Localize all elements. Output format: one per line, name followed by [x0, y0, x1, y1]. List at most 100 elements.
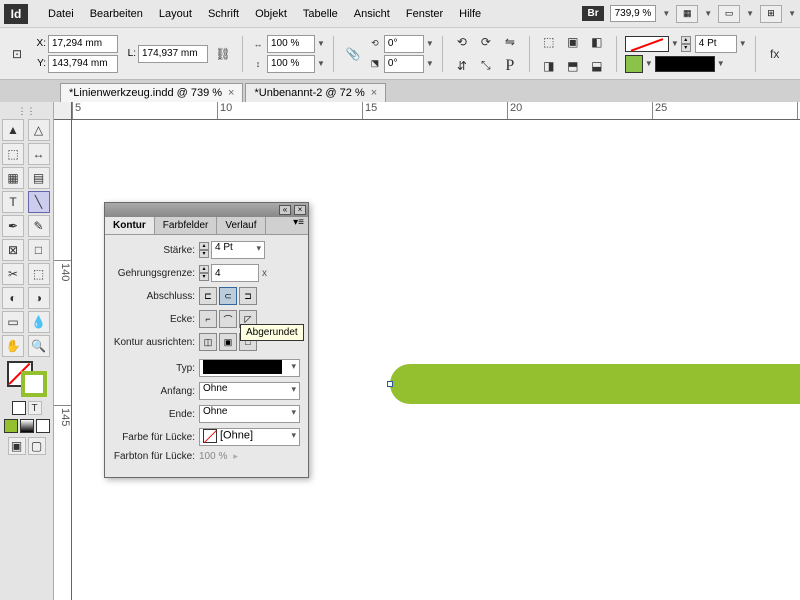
ende-select[interactable]: Ohne — [199, 405, 300, 423]
content-placer-tool[interactable]: ▤ — [28, 167, 50, 189]
select-content-icon[interactable]: ▣ — [562, 31, 584, 53]
doc-tab-2-close-icon[interactable]: × — [371, 87, 377, 99]
format-text-icon[interactable]: T — [28, 401, 42, 415]
pencil-tool[interactable]: ✎ — [28, 215, 50, 237]
tab-verlauf[interactable]: Verlauf — [217, 217, 265, 234]
menu-objekt[interactable]: Objekt — [247, 4, 295, 24]
rotate-input[interactable] — [384, 35, 424, 53]
staerke-down[interactable]: ▾ — [199, 250, 209, 258]
menu-fenster[interactable]: Fenster — [398, 4, 451, 24]
scale-y-input[interactable] — [267, 55, 315, 73]
eyedropper-tool[interactable]: 💧 — [28, 311, 50, 333]
doc-tab-1-close-icon[interactable]: × — [228, 87, 234, 99]
none-swatch[interactable] — [36, 419, 50, 433]
scale-x-input[interactable] — [267, 35, 315, 53]
flip-both-icon[interactable]: ⤡ — [475, 55, 497, 77]
staerke-up[interactable]: ▴ — [199, 242, 209, 250]
shear-input[interactable] — [384, 55, 424, 73]
fill-dd[interactable]: ▼ — [671, 39, 679, 48]
rotate-cw-icon[interactable]: ⟳ — [475, 31, 497, 53]
panel-collapse-icon[interactable]: « — [279, 205, 291, 215]
normal-view-icon[interactable]: ▣ — [8, 437, 26, 455]
clip-icon[interactable]: 📎 — [342, 43, 364, 65]
menu-schrift[interactable]: Schrift — [200, 4, 247, 24]
view-options-dd[interactable]: ▼ — [704, 9, 712, 18]
align-inside-icon[interactable]: ▣ — [219, 333, 237, 351]
gap-tool[interactable]: ↔ — [28, 143, 50, 165]
bridge-badge[interactable]: Br — [582, 6, 603, 21]
ruler-vertical[interactable]: 140 145 — [54, 120, 72, 600]
gradient-swatch[interactable] — [20, 419, 34, 433]
staerke-select[interactable]: 4 Pt — [211, 241, 265, 259]
farbton-slider-icon[interactable]: ▸ — [233, 451, 238, 462]
content-collector-tool[interactable]: ▦ — [2, 167, 24, 189]
anfang-select[interactable]: Ohne — [199, 382, 300, 400]
panel-close-icon[interactable]: × — [294, 205, 306, 215]
zoom-dropdown-icon[interactable]: ▼ — [662, 9, 670, 18]
x-input[interactable] — [48, 35, 118, 53]
arrange-dd[interactable]: ▼ — [788, 9, 796, 18]
type-tool[interactable]: T — [2, 191, 24, 213]
typ-select[interactable] — [199, 359, 300, 377]
doc-tab-1[interactable]: *Linienwerkzeug.indd @ 739 % × — [60, 83, 243, 102]
weight-down[interactable]: ▾ — [681, 44, 691, 52]
join-round-icon[interactable]: ⌒ — [219, 310, 237, 328]
menu-datei[interactable]: Datei — [40, 4, 82, 24]
gehrung-up[interactable]: ▴ — [199, 265, 209, 273]
constrain-icon[interactable]: ⛓ — [212, 43, 234, 65]
view-options-icon[interactable]: ▦ — [676, 5, 698, 23]
tab-kontur[interactable]: Kontur — [105, 217, 155, 234]
gehrung-down[interactable]: ▾ — [199, 273, 209, 281]
shear-dd[interactable]: ▼ — [426, 59, 434, 68]
pen-tool[interactable]: ✒ — [2, 215, 24, 237]
character-icon[interactable]: P — [499, 55, 521, 77]
gradient-swatch-tool[interactable]: ◐ — [2, 287, 24, 309]
scale-x-dd[interactable]: ▼ — [317, 39, 325, 48]
y-input[interactable] — [48, 55, 118, 73]
selection-tool[interactable]: ▲ — [2, 119, 24, 141]
scissors-tool[interactable]: ✂ — [2, 263, 24, 285]
cap-projecting-icon[interactable]: ⊐ — [239, 287, 257, 305]
fill-swatch[interactable] — [625, 36, 669, 52]
panel-titlebar[interactable]: « × — [105, 203, 308, 217]
panel-menu-icon[interactable]: ▾≡ — [289, 217, 308, 234]
arrange-icon[interactable]: ⊞ — [760, 5, 782, 23]
select-next-icon[interactable]: ◨ — [538, 55, 560, 77]
fill-stroke-proxy[interactable] — [7, 361, 47, 397]
tab-farbfelder[interactable]: Farbfelder — [155, 217, 218, 234]
menu-layout[interactable]: Layout — [151, 4, 200, 24]
palette-grip-icon[interactable]: ⋮⋮ — [2, 106, 51, 117]
note-tool[interactable]: ▭ — [2, 311, 24, 333]
apply-color-icon[interactable] — [12, 401, 26, 415]
reference-point-icon[interactable]: ⊡ — [6, 43, 28, 65]
menu-bearbeiten[interactable]: Bearbeiten — [82, 4, 151, 24]
effects-icon[interactable]: fx — [764, 43, 786, 65]
rectangle-frame-tool[interactable]: ⊠ — [2, 239, 24, 261]
gehrung-input[interactable] — [211, 264, 259, 282]
select-last-icon[interactable]: ⬓ — [586, 55, 608, 77]
select-first-icon[interactable]: ⬒ — [562, 55, 584, 77]
screen-mode-icon[interactable]: ▭ — [718, 5, 740, 23]
cap-butt-icon[interactable]: ⊏ — [199, 287, 217, 305]
ruler-horizontal[interactable]: 5 10 15 20 25 30 — [72, 102, 800, 120]
stroke-weight-input[interactable] — [695, 35, 737, 53]
zoom-tool[interactable]: 🔍 — [28, 335, 50, 357]
flip-v-icon[interactable]: ⇵ — [451, 55, 473, 77]
page-tool[interactable]: ⬚ — [2, 143, 24, 165]
hand-tool[interactable]: ✋ — [2, 335, 24, 357]
rotate-ccw-icon[interactable]: ⟲ — [451, 31, 473, 53]
doc-tab-2[interactable]: *Unbenannt-2 @ 72 % × — [245, 83, 386, 102]
rotate-dd[interactable]: ▼ — [426, 39, 434, 48]
length-input[interactable] — [138, 45, 208, 63]
stroke-color-swatch[interactable] — [625, 55, 643, 73]
ruler-origin[interactable] — [54, 102, 72, 120]
zoom-level[interactable]: 739,9 % — [610, 5, 657, 22]
cap-round-icon[interactable]: ⊂ — [219, 287, 237, 305]
free-transform-tool[interactable]: ⬚ — [28, 263, 50, 285]
stroke-proxy[interactable] — [21, 371, 47, 397]
join-miter-icon[interactable]: ⌐ — [199, 310, 217, 328]
select-prev-icon[interactable]: ◧ — [586, 31, 608, 53]
weight-up[interactable]: ▴ — [681, 36, 691, 44]
selection-handle[interactable] — [387, 381, 393, 387]
stroke-style-swatch[interactable] — [655, 56, 715, 72]
